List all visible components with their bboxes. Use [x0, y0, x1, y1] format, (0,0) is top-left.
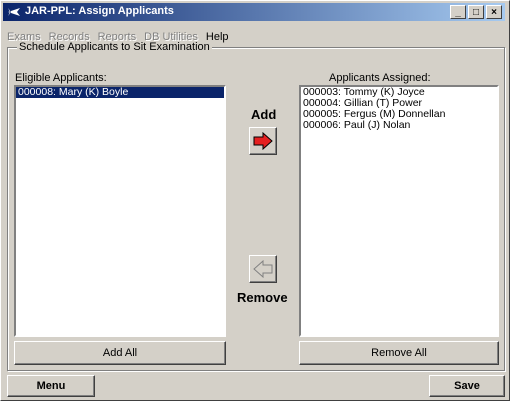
menu-button[interactable]: Menu — [7, 375, 95, 397]
close-button[interactable]: × — [486, 5, 502, 19]
add-label: Add — [251, 107, 277, 122]
airplane-icon — [8, 8, 20, 16]
eligible-applicants-list[interactable]: 000008: Mary (K) Boyle — [14, 85, 226, 337]
remove-all-label: Remove All — [371, 347, 427, 359]
save-button-label: Save — [454, 380, 480, 392]
save-button[interactable]: Save — [429, 375, 505, 397]
add-all-label: Add All — [102, 347, 138, 359]
applicants-assigned-list[interactable]: 000003: Tommy (K) Joyce 000004: Gillian … — [299, 85, 499, 337]
right-arrow-icon — [253, 132, 273, 150]
remove-label: Remove — [237, 290, 288, 305]
maximize-button[interactable]: □ — [468, 5, 484, 19]
add-button[interactable] — [249, 127, 277, 155]
applicants-assigned-label: Applicants Assigned: — [329, 72, 431, 84]
assign-applicants-window: JAR-PPL: Assign Applicants _ □ × Exams R… — [0, 0, 510, 401]
minimize-button[interactable]: _ — [450, 5, 466, 19]
left-arrow-icon — [253, 260, 273, 278]
eligible-applicants-label: Eligible Applicants: — [15, 72, 107, 84]
group-legend: Schedule Applicants to Sit Examination — [17, 41, 212, 53]
list-item[interactable]: 000006: Paul (J) Nolan — [301, 120, 497, 131]
remove-all-button[interactable]: Remove All — [299, 341, 499, 365]
menu-button-label: Menu — [36, 380, 66, 392]
window-title: JAR-PPL: Assign Applicants — [25, 5, 174, 17]
remove-button[interactable] — [249, 255, 277, 283]
add-all-button[interactable]: Add All — [14, 341, 226, 365]
title-bar: JAR-PPL: Assign Applicants _ □ × — [3, 3, 505, 21]
list-item[interactable]: 000008: Mary (K) Boyle — [16, 87, 224, 98]
